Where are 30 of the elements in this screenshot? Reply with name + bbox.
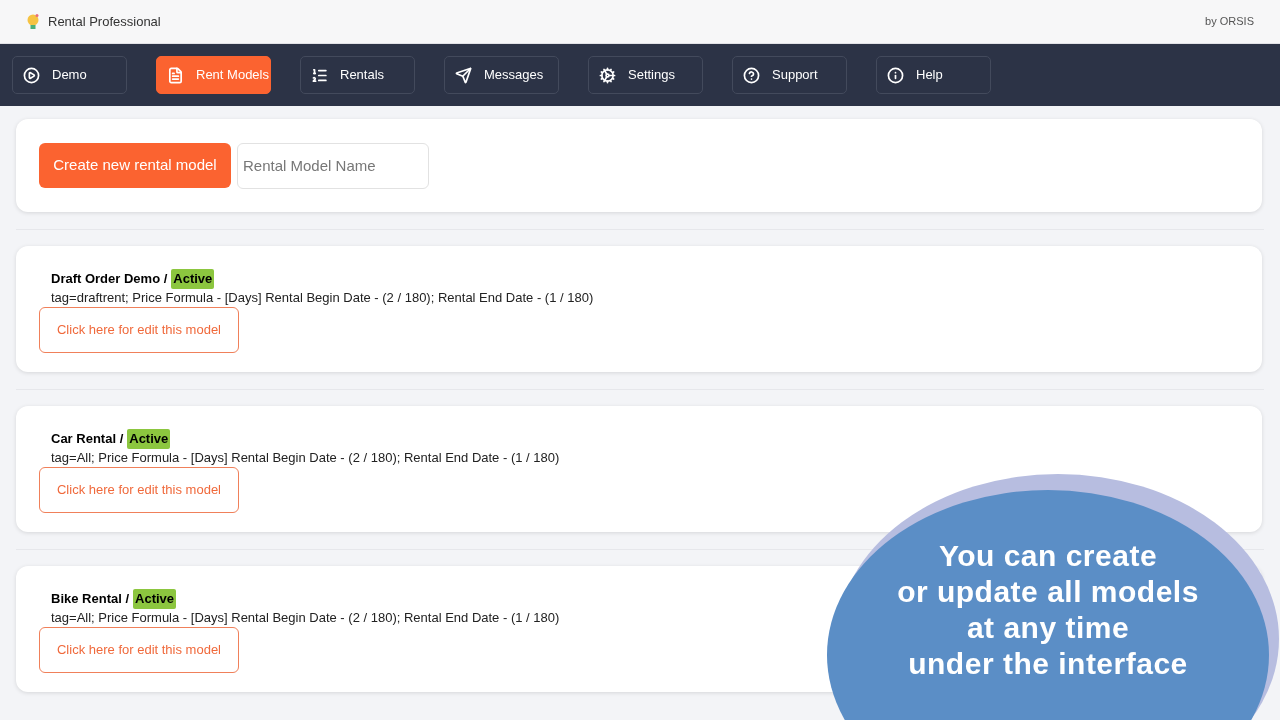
send-icon xyxy=(455,66,472,84)
info-icon xyxy=(887,66,904,84)
lightbulb-icon xyxy=(26,12,40,31)
list-icon xyxy=(311,66,328,84)
model-details: tag=draftrent; Price Formula - [Days] Rental Begin Date - (2 / 180); Rental End Date - (1 / 180) xyxy=(50,288,595,306)
play-icon xyxy=(23,66,40,84)
callout-text: You can create xyxy=(938,538,1158,574)
nav-tab[interactable]: Help xyxy=(876,56,991,94)
nav-tab[interactable]: Messages xyxy=(444,56,559,94)
model-name: Draft Order Demo / xyxy=(51,270,168,288)
nav-tab[interactable]: Settings xyxy=(588,56,703,94)
model-name-field[interactable]: Rental Model Name xyxy=(237,142,429,189)
nav-tab[interactable]: Support xyxy=(732,56,847,94)
help-icon xyxy=(743,66,760,84)
status-badge: Active xyxy=(171,269,215,289)
model-name: Car Rental / xyxy=(51,430,124,448)
model-details: tag=All; Price Formula - [Days] Rental Begin Date - (2 / 180); Rental End Date - (1 / 180) xyxy=(50,608,561,626)
callout-text: under the interface xyxy=(908,646,1188,682)
model-details: tag=All; Price Formula - [Days] Rental Begin Date - (2 / 180); Rental End Date - (1 / 180) xyxy=(50,448,561,466)
model-name: Bike Rental / xyxy=(51,590,130,608)
settings-icon xyxy=(599,66,616,84)
callout-text: at any time xyxy=(966,610,1130,646)
file-icon xyxy=(167,66,184,84)
callout-text: or update all models xyxy=(897,574,1199,610)
vendor-label: by ORSIS xyxy=(1205,14,1254,30)
status-badge: Active xyxy=(127,429,171,449)
nav-tab[interactable]: Demo xyxy=(12,56,127,94)
status-badge: Active xyxy=(133,589,177,609)
app-title: Rental Professional xyxy=(48,12,161,31)
nav-tab[interactable]: Rentals xyxy=(300,56,415,94)
